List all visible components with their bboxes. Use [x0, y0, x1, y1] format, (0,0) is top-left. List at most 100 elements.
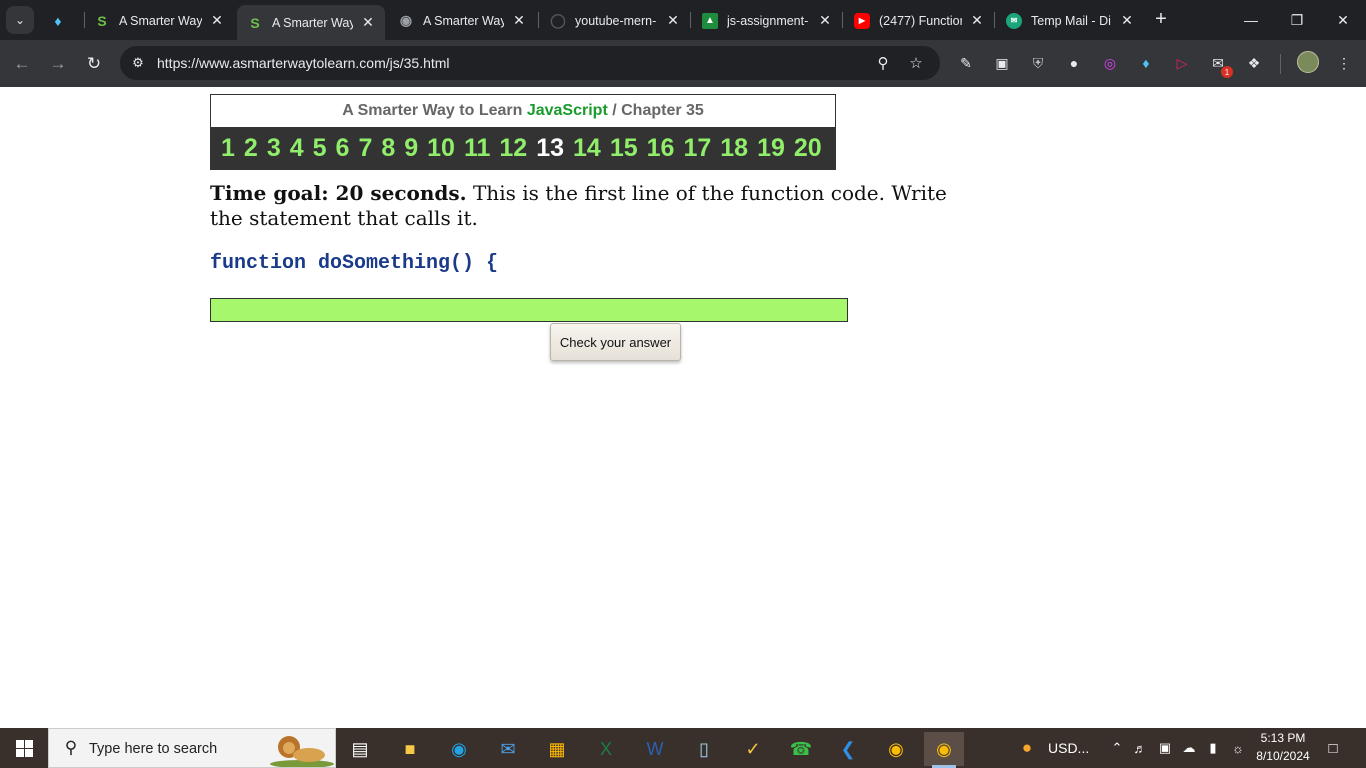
eyedropper-extension-icon[interactable]: ✎ — [955, 52, 977, 74]
task-view-icon[interactable]: ▤ — [340, 732, 380, 766]
exercise-number-link[interactable]: 20 — [794, 134, 822, 163]
answer-input[interactable] — [210, 298, 848, 322]
reload-button[interactable]: ↻ — [80, 50, 108, 78]
onedrive-cloud-icon[interactable]: ☁ — [1180, 739, 1198, 757]
mail-app-icon[interactable]: ✉ — [488, 732, 528, 766]
check-answer-button[interactable]: Check your answer — [550, 323, 681, 361]
tempmail-icon: ✉ — [1006, 12, 1022, 29]
edge-browser-icon[interactable]: ◉ — [439, 732, 479, 766]
shield-extension-icon[interactable]: ⛨ — [1027, 52, 1049, 74]
close-icon[interactable]: ✕ — [664, 12, 682, 30]
currency-widget-text[interactable]: USD... — [1048, 740, 1089, 756]
chapter-label[interactable]: Chapter 35 — [621, 102, 704, 119]
profile-avatar[interactable] — [1297, 51, 1319, 73]
minimize-button[interactable]: — — [1228, 0, 1274, 40]
exercise-number-link[interactable]: 15 — [610, 134, 638, 163]
github-icon: ◯ — [550, 12, 566, 28]
vscode-icon[interactable]: ❮ — [828, 732, 868, 766]
taskbar-search-box[interactable]: ⚲ Type here to search — [48, 728, 336, 768]
image-extension-icon[interactable]: ▣ — [991, 52, 1013, 74]
bookmark-star-icon[interactable]: ☆ — [905, 52, 927, 74]
exercise-number-link[interactable]: 7 — [358, 134, 372, 163]
close-icon[interactable]: ✕ — [359, 14, 377, 32]
close-icon[interactable]: ✕ — [968, 12, 986, 30]
site-info-icon[interactable]: ⚙ — [128, 53, 148, 73]
tab-temp-mail[interactable]: ✉ Temp Mail - Di ✕ — [996, 5, 1144, 36]
chrome-active-icon[interactable]: ◉ — [924, 732, 964, 768]
location-pin-extension-icon[interactable]: ● — [1063, 52, 1085, 74]
title-separator: / — [607, 102, 622, 119]
tab-youtube[interactable]: ▶ (2477) Function ✕ — [844, 5, 994, 36]
close-icon: ✕ — [1337, 11, 1349, 28]
exercise-number-link[interactable]: 8 — [381, 134, 395, 163]
notification-center-icon[interactable]: □ — [1322, 737, 1344, 759]
back-button[interactable]: ← — [8, 50, 36, 78]
exercise-number-link[interactable]: 2 — [244, 134, 258, 163]
microsoft-store-icon[interactable]: ▦ — [537, 732, 577, 766]
kebab-menu-icon[interactable]: ⋮ — [1333, 52, 1355, 74]
exercise-number-link[interactable]: 14 — [573, 134, 601, 163]
close-icon[interactable]: ✕ — [1118, 12, 1136, 30]
wifi-icon[interactable]: ☼ — [1229, 739, 1247, 757]
record-extension-icon[interactable]: ▷ — [1171, 52, 1193, 74]
exercise-number-link[interactable]: 19 — [757, 134, 785, 163]
pen-tool-icon[interactable]: ✓ — [733, 732, 773, 766]
clock-date[interactable]: 8/10/2024 — [1252, 749, 1314, 763]
meet-now-icon[interactable]: ▣ — [1156, 739, 1174, 757]
exercise-number-link[interactable]: 16 — [647, 134, 675, 163]
exercise-number-current[interactable]: 13 — [536, 134, 564, 163]
tab-search-button[interactable]: ⌄ — [6, 6, 34, 34]
exercise-number-link[interactable]: 17 — [683, 134, 711, 163]
show-hidden-icons-icon[interactable]: ⌃ — [1108, 739, 1126, 757]
zoom-icon[interactable]: ⚲ — [872, 52, 894, 74]
tab-title: js-assignment- — [727, 13, 809, 28]
forward-button[interactable]: → — [44, 50, 72, 78]
tab-smarter-way-active[interactable]: S A Smarter Way ✕ — [237, 5, 385, 40]
currency-coins-icon[interactable]: ● — [1016, 737, 1038, 759]
exercise-number-link[interactable]: 1 — [221, 134, 235, 163]
close-icon[interactable]: ✕ — [208, 12, 226, 30]
start-button[interactable] — [0, 728, 48, 768]
battery-icon[interactable]: ▮ — [1204, 739, 1222, 757]
exercise-number-link[interactable]: 9 — [404, 134, 418, 163]
excel-icon[interactable]: X — [586, 732, 626, 766]
close-window-button[interactable]: ✕ — [1320, 0, 1366, 40]
exercise-number-link[interactable]: 10 — [427, 134, 455, 163]
reload-icon: ↻ — [86, 54, 102, 73]
volume-icon[interactable]: ♬ — [1131, 739, 1149, 757]
clock-time[interactable]: 5:13 PM — [1258, 731, 1308, 745]
color-wheel-extension-icon[interactable]: ◎ — [1099, 52, 1121, 74]
tab-classroom[interactable]: ▲ js-assignment- ✕ — [692, 5, 842, 36]
chrome-icon[interactable]: ◉ — [876, 732, 916, 766]
exercise-number-link[interactable]: 4 — [290, 134, 304, 163]
course-language[interactable]: JavaScript — [527, 102, 608, 119]
notes-app-icon[interactable]: ▯ — [684, 732, 724, 766]
taskbar-search-placeholder[interactable]: Type here to search — [89, 741, 217, 757]
gem-extension-icon[interactable]: ♦ — [1135, 52, 1157, 74]
restore-button[interactable]: ❐ — [1274, 0, 1320, 40]
url-text[interactable]: https://www.asmarterwaytolearn.com/js/35… — [157, 55, 450, 71]
messaging-app-icon[interactable]: ☎ — [781, 732, 821, 766]
exercise-number-link[interactable]: 12 — [499, 134, 527, 163]
exercise-number-link[interactable]: 3 — [267, 134, 281, 163]
close-icon[interactable]: ✕ — [816, 12, 834, 30]
word-icon[interactable]: W — [635, 732, 675, 766]
tab-pinned-gem[interactable]: ♦ — [40, 5, 84, 36]
tab-smarter-way-1[interactable]: S A Smarter Way ✕ — [84, 5, 234, 36]
exercise-number-link[interactable]: 5 — [313, 134, 327, 163]
extension-badge: 1 — [1221, 66, 1233, 78]
exercise-number-bar: 1 2 3 4 5 6 7 8 9 10 11 12 13 14 15 16 17 18 19 20 — [211, 127, 835, 169]
exercise-number-link[interactable]: 6 — [336, 134, 350, 163]
minimize-icon: — — [1244, 12, 1258, 28]
new-tab-button[interactable]: + — [1150, 8, 1172, 30]
puzzle-extensions-icon[interactable]: ❖ — [1243, 52, 1265, 74]
tab-github[interactable]: ◯ youtube-mern- ✕ — [540, 5, 690, 36]
exercise-number-link[interactable]: 11 — [464, 134, 490, 163]
mail-extension-icon[interactable]: ✉ 1 — [1207, 52, 1233, 78]
file-explorer-icon[interactable]: ■ — [390, 732, 430, 766]
address-bar[interactable]: ⚙ https://www.asmarterwaytolearn.com/js/… — [120, 46, 940, 80]
tab-smarter-way-2[interactable]: ◉ A Smarter Way ✕ — [388, 5, 536, 36]
tab-separator — [994, 12, 995, 28]
close-icon[interactable]: ✕ — [510, 12, 528, 30]
exercise-number-link[interactable]: 18 — [720, 134, 748, 163]
